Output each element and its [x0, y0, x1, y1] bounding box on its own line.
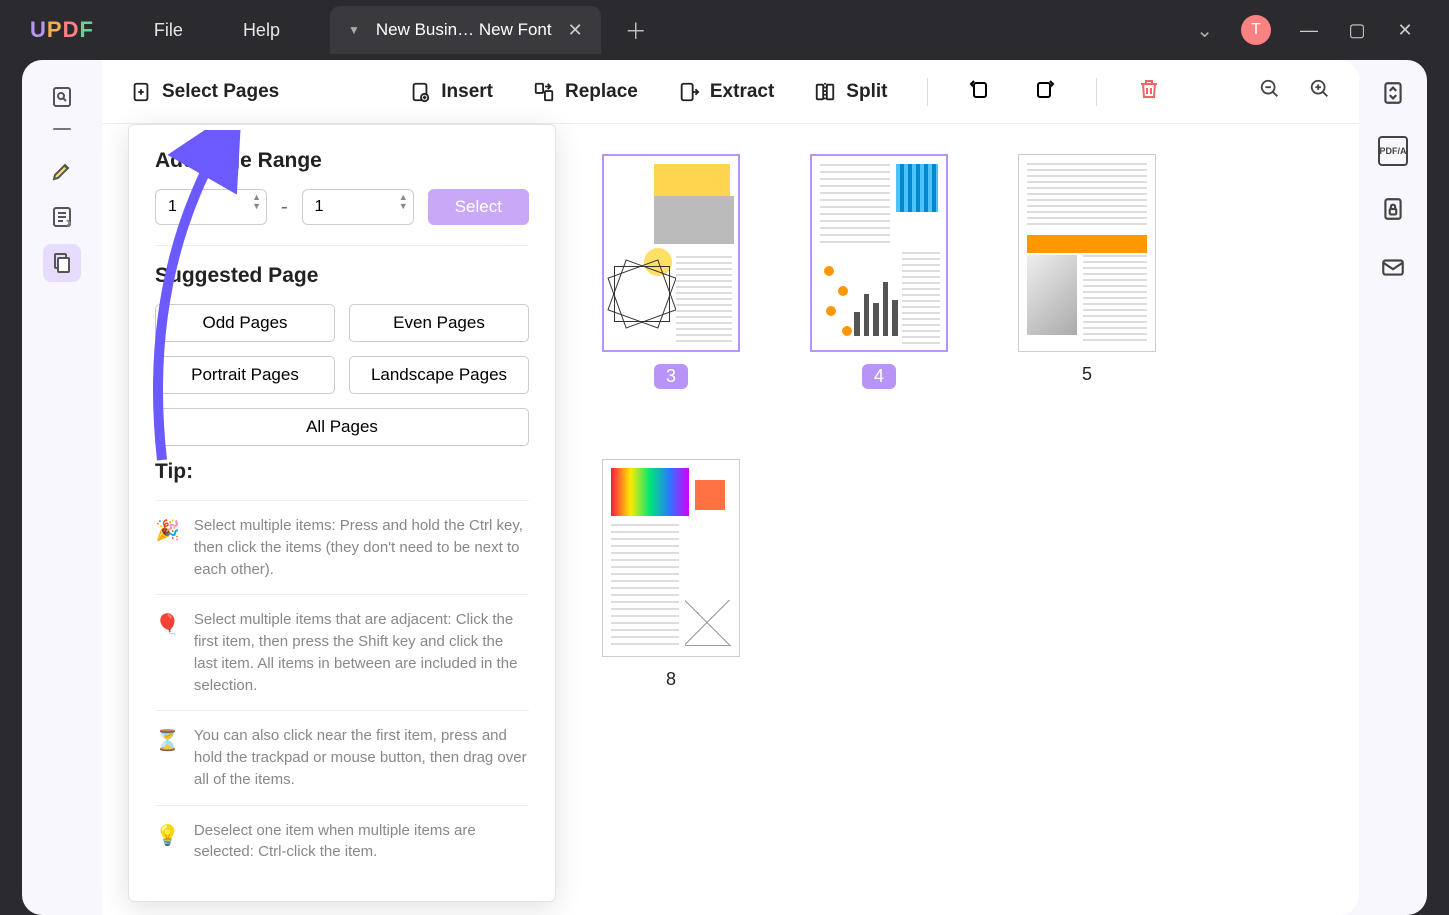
rotate-right-icon[interactable] — [1032, 77, 1056, 106]
app-logo: UPDF — [30, 17, 94, 43]
range-from-input[interactable]: ▲▼ — [155, 189, 267, 225]
organize-pages-icon[interactable] — [43, 244, 81, 282]
even-pages-button[interactable]: Even Pages — [349, 304, 529, 342]
page-number: 5 — [1082, 364, 1092, 385]
range-to-input[interactable]: ▲▼ — [302, 189, 414, 225]
lock-file-icon[interactable] — [1378, 194, 1408, 224]
page-number: 3 — [654, 364, 688, 389]
landscape-pages-button[interactable]: Landscape Pages — [349, 356, 529, 394]
all-pages-button[interactable]: All Pages — [155, 408, 529, 446]
page-thumb-3[interactable]: 3 — [602, 154, 740, 389]
tip-item: 💡Deselect one item when multiple items a… — [155, 805, 529, 878]
tip-heading: Tip: — [155, 460, 529, 484]
search-icon[interactable] — [43, 78, 81, 116]
edit-text-icon[interactable] — [43, 198, 81, 236]
tip-item: 🎈Select multiple items that are adjacent… — [155, 594, 529, 710]
tab-title: New Busin… New Font — [376, 20, 552, 40]
page-number: 4 — [862, 364, 896, 389]
pdfa-icon[interactable]: PDF/A — [1378, 136, 1408, 166]
page-number: 8 — [666, 669, 676, 690]
odd-pages-button[interactable]: Odd Pages — [155, 304, 335, 342]
minimize-icon[interactable]: — — [1299, 20, 1319, 41]
page-thumb-5[interactable]: 5 — [1018, 154, 1156, 389]
workspace: Select Pages Insert Replace Extract Spli… — [22, 60, 1427, 915]
tip-item: ⏳You can also click near the first item,… — [155, 710, 529, 804]
menu-help[interactable]: Help — [243, 20, 280, 41]
maximize-icon[interactable]: ▢ — [1347, 20, 1367, 41]
delete-icon[interactable] — [1137, 77, 1161, 106]
add-range-heading: Add Page Range — [155, 149, 529, 173]
main-area: Select Pages Insert Replace Extract Spli… — [102, 60, 1359, 915]
portrait-pages-button[interactable]: Portrait Pages — [155, 356, 335, 394]
hourglass-icon: ⏳ — [155, 727, 180, 790]
highlighter-icon[interactable] — [43, 152, 81, 190]
chevron-down-icon[interactable]: ⌄ — [1196, 18, 1213, 43]
page-thumb-8[interactable]: 8 — [602, 459, 740, 690]
stepper-down-icon[interactable]: ▼ — [399, 202, 408, 211]
convert-icon[interactable] — [1378, 78, 1408, 108]
tip-item: 🎉Select multiple items: Press and hold t… — [155, 500, 529, 594]
document-tab[interactable]: ▼ New Busin… New Font ✕ — [330, 6, 601, 54]
tab-close-icon[interactable]: ✕ — [568, 20, 583, 41]
page-thumb-4[interactable]: 4 — [810, 154, 948, 389]
replace-label: Replace — [565, 81, 638, 103]
balloon-icon: 🎈 — [155, 611, 180, 696]
zoom-in-icon[interactable] — [1309, 78, 1331, 105]
insert-button[interactable]: Insert — [409, 81, 493, 103]
page-toolbar: Select Pages Insert Replace Extract Spli… — [102, 60, 1359, 124]
range-dash: - — [281, 196, 288, 219]
suggested-heading: Suggested Page — [155, 264, 529, 288]
titlebar: UPDF File Help ▼ New Busin… New Font ✕ ＋… — [0, 0, 1449, 60]
tab-dropdown-icon[interactable]: ▼ — [348, 23, 360, 37]
select-button[interactable]: Select — [428, 189, 529, 225]
left-sidebar — [22, 60, 102, 915]
insert-label: Insert — [441, 81, 493, 103]
select-pages-button[interactable]: Select Pages — [130, 81, 279, 103]
select-pages-popup: Add Page Range ▲▼ - ▲▼ Select Suggested … — [128, 124, 556, 902]
split-label: Split — [846, 81, 887, 103]
replace-button[interactable]: Replace — [533, 81, 638, 103]
extract-label: Extract — [710, 81, 774, 103]
stepper-down-icon[interactable]: ▼ — [252, 202, 261, 211]
right-sidebar: PDF/A — [1359, 60, 1427, 915]
party-icon: 🎉 — [155, 517, 180, 580]
close-window-icon[interactable]: ✕ — [1395, 20, 1415, 41]
select-pages-label: Select Pages — [162, 81, 279, 103]
zoom-out-icon[interactable] — [1259, 78, 1281, 105]
new-tab-button[interactable]: ＋ — [625, 14, 647, 46]
rotate-left-icon[interactable] — [968, 77, 992, 106]
bulb-icon: 💡 — [155, 822, 180, 864]
extract-button[interactable]: Extract — [678, 81, 774, 103]
user-avatar[interactable]: T — [1241, 15, 1271, 45]
split-button[interactable]: Split — [814, 81, 887, 103]
menu-file[interactable]: File — [154, 20, 183, 41]
mail-icon[interactable] — [1378, 252, 1408, 282]
